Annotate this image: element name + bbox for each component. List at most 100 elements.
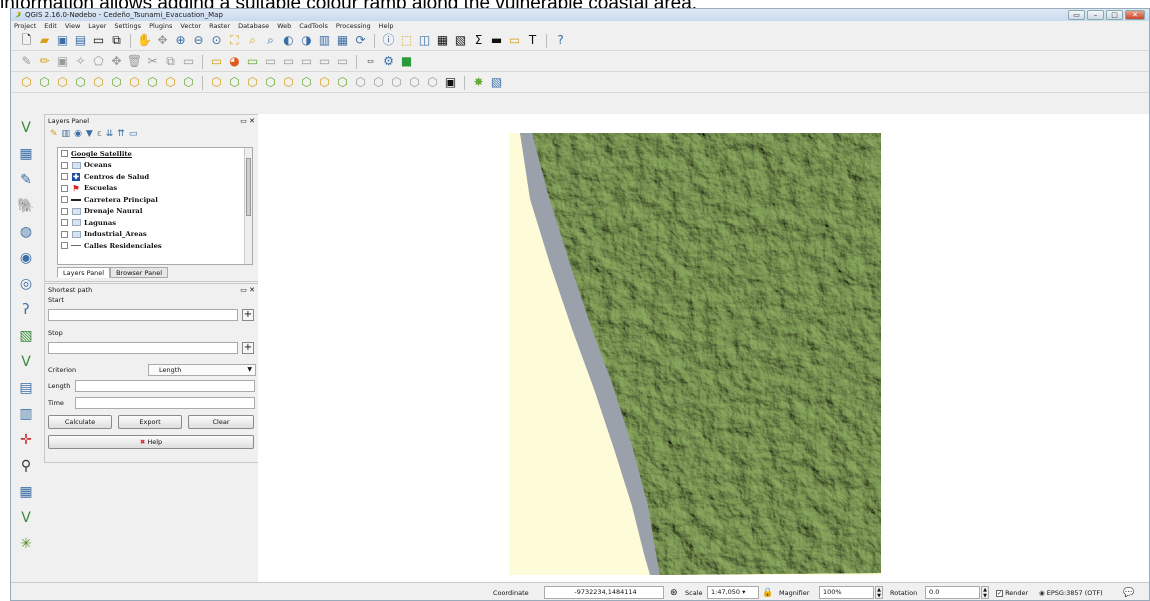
- georeferencer-icon[interactable]: ✸: [471, 75, 486, 90]
- layers-tree[interactable]: Google Satellite Oceans ✚ Centros de Sal…: [57, 147, 253, 265]
- highlight-pinned-labels-icon[interactable]: ▭: [245, 54, 260, 69]
- add-wfs-icon[interactable]: ◎: [15, 274, 37, 294]
- layer-row-carretera-principal[interactable]: Carretera Principal: [58, 194, 252, 206]
- change-label-icon[interactable]: ▭: [335, 54, 350, 69]
- scrollbar-thumb[interactable]: [246, 158, 251, 216]
- menu-view[interactable]: View: [65, 21, 80, 31]
- zoom-native-icon[interactable]: ⊙: [209, 33, 224, 48]
- csw-icon[interactable]: ▭: [363, 54, 378, 69]
- cad-tool-14-icon[interactable]: ⬡: [263, 75, 278, 90]
- python-console-icon[interactable]: ⚙: [381, 54, 396, 69]
- extents-toggle-icon[interactable]: ⊛: [670, 587, 678, 599]
- cad-tool-17-icon[interactable]: ⬡: [317, 75, 332, 90]
- layer-visibility-checkbox[interactable]: [61, 184, 68, 192]
- cad-tool-11-icon[interactable]: ⬡: [209, 75, 224, 90]
- panel-float-close-icon[interactable]: ▭ ✕: [240, 286, 255, 294]
- show-hide-labels-icon[interactable]: ▭: [281, 54, 296, 69]
- cad-tool-20-icon[interactable]: ⬡: [371, 75, 386, 90]
- expand-all-icon[interactable]: ⇊: [106, 129, 114, 139]
- zoom-in-icon[interactable]: ⊕: [173, 33, 188, 48]
- zoom-next-icon[interactable]: ◑: [299, 33, 314, 48]
- scale-select[interactable]: 1:47,050 ▾: [707, 586, 759, 599]
- open-attribute-table-icon[interactable]: ▦: [435, 33, 450, 48]
- layer-visibility-checkbox[interactable]: [61, 161, 68, 169]
- save-project-icon[interactable]: ▣: [55, 33, 70, 48]
- menu-layer[interactable]: Layer: [88, 21, 106, 31]
- panel-float-close-icon[interactable]: ▭ ✕: [240, 117, 255, 125]
- cad-tool-12-icon[interactable]: ⬡: [227, 75, 242, 90]
- terminal-icon[interactable]: ▣: [443, 75, 458, 90]
- remove-layer-icon[interactable]: ▭: [129, 129, 138, 139]
- layer-visibility-checkbox[interactable]: [61, 230, 68, 238]
- add-feature-icon[interactable]: ✧: [73, 54, 88, 69]
- measure-icon[interactable]: ▬: [489, 33, 504, 48]
- add-gps-icon[interactable]: ✳: [15, 534, 37, 554]
- layer-row-lagunas[interactable]: Lagunas: [58, 217, 252, 229]
- lock-scale-icon[interactable]: 🔒: [762, 587, 773, 599]
- visibility-icon[interactable]: ◉: [74, 129, 82, 139]
- layer-visibility-checkbox[interactable]: [61, 242, 68, 250]
- length-field[interactable]: [75, 380, 255, 392]
- rotation-spinner[interactable]: ▲ ▼: [981, 586, 989, 599]
- deselect-icon[interactable]: ◫: [417, 33, 432, 48]
- cut-features-icon[interactable]: ✂: [145, 54, 160, 69]
- menu-raster[interactable]: Raster: [209, 21, 230, 31]
- cad-tool-10-icon[interactable]: ⬡: [181, 75, 196, 90]
- layer-row-centros-de-salud[interactable]: ✚ Centros de Salud: [58, 171, 252, 183]
- map-canvas[interactable]: [258, 114, 1149, 598]
- menu-database[interactable]: Database: [238, 21, 269, 31]
- cad-tool-9-icon[interactable]: ⬡: [163, 75, 178, 90]
- cad-tool-22-icon[interactable]: ⬡: [407, 75, 422, 90]
- coordinate-field[interactable]: -9732234,1484114: [544, 586, 664, 599]
- cad-tool-15-icon[interactable]: ⬡: [281, 75, 296, 90]
- add-raster-layer-icon[interactable]: ▦: [15, 144, 37, 164]
- rotation-field[interactable]: 0.0: [925, 586, 980, 599]
- window-close-button[interactable]: ✕: [1125, 10, 1145, 20]
- add-pin-icon[interactable]: ⚲: [15, 456, 37, 476]
- node-tool-icon[interactable]: ⬠: [91, 54, 106, 69]
- collapse-all-icon[interactable]: ⇈: [117, 129, 125, 139]
- new-map-view-icon[interactable]: ▥: [317, 33, 332, 48]
- rotate-label-icon[interactable]: ▭: [317, 54, 332, 69]
- start-point-field[interactable]: [48, 309, 238, 321]
- new-spatialite-icon[interactable]: ▤: [15, 378, 37, 398]
- zoom-last-icon[interactable]: ◐: [281, 33, 296, 48]
- magnifier-field[interactable]: 100%: [819, 586, 874, 599]
- menu-web[interactable]: Web: [277, 21, 291, 31]
- cad-tool-18-icon[interactable]: ⬡: [335, 75, 350, 90]
- zoom-full-icon[interactable]: ⛶: [227, 33, 242, 48]
- add-db-icon[interactable]: ▦: [15, 482, 37, 502]
- menu-cadtools[interactable]: CadTools: [299, 21, 328, 31]
- select-features-icon[interactable]: ⬚: [399, 33, 414, 48]
- menu-plugins[interactable]: Plugins: [149, 21, 172, 31]
- time-field[interactable]: [75, 397, 255, 409]
- add-spatialite-icon[interactable]: ◍: [15, 222, 37, 242]
- layers-scrollbar[interactable]: [244, 148, 252, 264]
- calculate-button[interactable]: Calculate: [48, 415, 112, 429]
- pin-labels-icon[interactable]: ▭: [263, 54, 278, 69]
- statistics-icon[interactable]: ▧: [453, 33, 468, 48]
- move-feature-icon[interactable]: ✥: [109, 54, 124, 69]
- menu-help[interactable]: Help: [379, 21, 394, 31]
- add-oracle-icon[interactable]: ▧: [15, 326, 37, 346]
- text-annotation-icon[interactable]: T: [525, 33, 540, 48]
- messages-icon[interactable]: 💬: [1123, 587, 1134, 599]
- menu-project[interactable]: Project: [14, 21, 36, 31]
- cad-tool-1-icon[interactable]: ⬡: [19, 75, 34, 90]
- capture-stop-point-button[interactable]: +: [242, 342, 254, 354]
- filter-by-expression-icon[interactable]: ε: [97, 129, 102, 139]
- new-print-composer-icon[interactable]: ▭: [91, 33, 106, 48]
- window-restore-button[interactable]: ▭: [1068, 10, 1085, 20]
- zoom-to-selection-icon[interactable]: ⌕: [245, 33, 260, 48]
- paste-features-icon[interactable]: ▭: [181, 54, 196, 69]
- cad-tool-8-icon[interactable]: ⬡: [145, 75, 160, 90]
- cad-tool-19-icon[interactable]: ⬡: [353, 75, 368, 90]
- layer-row-calles-residenciales[interactable]: Calles Residenciales: [58, 240, 252, 252]
- criterion-select[interactable]: Length ▼: [148, 364, 256, 376]
- add-postgis-icon[interactable]: 🐘: [15, 196, 37, 216]
- layer-visibility-checkbox[interactable]: [61, 219, 68, 227]
- labeling-icon[interactable]: ▭: [209, 54, 224, 69]
- composer-manager-icon[interactable]: ⧉: [109, 33, 124, 48]
- layer-styling-icon[interactable]: ✎: [50, 129, 58, 139]
- zoom-to-layer-icon[interactable]: ⌕: [263, 33, 278, 48]
